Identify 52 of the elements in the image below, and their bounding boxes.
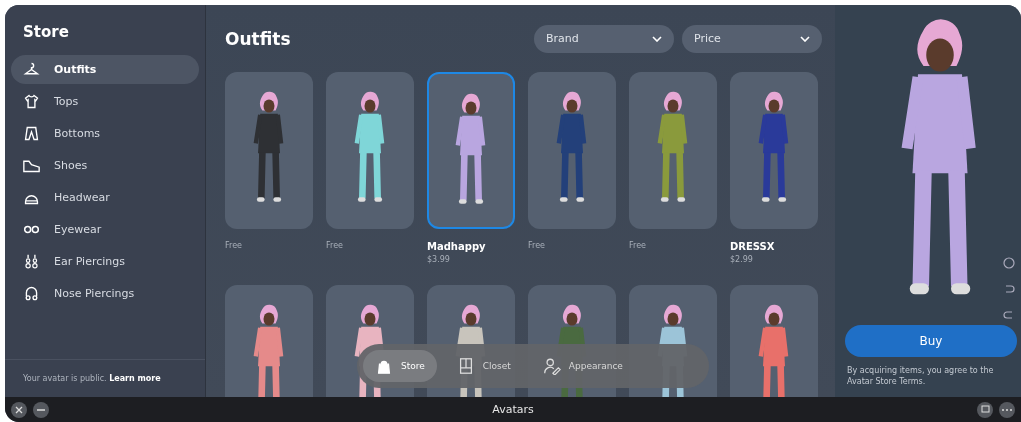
undo-icon[interactable] (1003, 282, 1015, 295)
minimize-icon (37, 408, 45, 411)
price-label: $2.99 (730, 255, 754, 264)
buy-button[interactable]: Buy (845, 324, 1017, 357)
price-label: Free (225, 241, 243, 250)
price-label: $3.99 (427, 255, 451, 264)
sidebar-item[interactable]: Eyewear (11, 215, 199, 244)
dock-tab[interactable]: Appearance (530, 350, 635, 382)
brand-name: Madhappy (427, 241, 487, 252)
sidebar-item[interactable]: Ear Piercings (11, 247, 199, 276)
terms-text: By acquiring items, you agree to the Avatar Store Terms. (847, 364, 995, 387)
dock-tab[interactable]: Closet (444, 350, 523, 382)
more-icon (1002, 408, 1012, 411)
outfit-card[interactable] (629, 72, 717, 229)
category-icon (23, 285, 40, 302)
page-title: Outfits (225, 28, 292, 49)
outfit-card[interactable] (326, 72, 414, 229)
category-icon (23, 125, 40, 142)
chevron-down-icon (652, 35, 662, 42)
sidebar-item[interactable]: Bottoms (11, 119, 199, 148)
price-label: Free (326, 241, 344, 250)
learn-more-link[interactable]: Learn more (109, 374, 161, 383)
price-label: Free (629, 241, 647, 250)
outfit-card[interactable] (225, 72, 313, 229)
sidebar-item[interactable]: Nose Piercings (11, 279, 199, 308)
sidebar-title: Store (23, 23, 70, 41)
outfit-card[interactable] (730, 72, 818, 229)
close-button[interactable] (11, 401, 27, 418)
price-label: Free (528, 241, 546, 250)
brand-name: DRESSX (730, 241, 776, 252)
category-icon (23, 253, 40, 270)
redo-icon[interactable] (1003, 308, 1015, 321)
dock-tab[interactable]: Store (363, 350, 437, 382)
outfit-card[interactable] (730, 285, 818, 397)
filter-dropdown[interactable]: Brand (534, 24, 674, 53)
close-icon (15, 405, 23, 414)
sidebar-item[interactable]: Headwear (11, 183, 199, 212)
more-button[interactable] (999, 401, 1015, 418)
sidebar-item[interactable]: Tops (11, 87, 199, 116)
outfit-card[interactable] (225, 285, 313, 397)
minimize-button[interactable] (33, 401, 49, 418)
screen-icon (980, 405, 990, 414)
chevron-down-icon (800, 35, 810, 42)
category-icon (23, 93, 40, 110)
person-pencil-icon (542, 357, 561, 375)
outfit-card[interactable] (427, 72, 515, 229)
sidebar-item[interactable]: Outfits (11, 55, 199, 84)
sidebar-item[interactable]: Shoes (11, 151, 199, 180)
window-title: Avatars (491, 403, 535, 416)
filter-dropdown[interactable]: Price (682, 24, 822, 53)
outfit-card[interactable] (528, 72, 616, 229)
screen-button[interactable] (977, 401, 993, 418)
